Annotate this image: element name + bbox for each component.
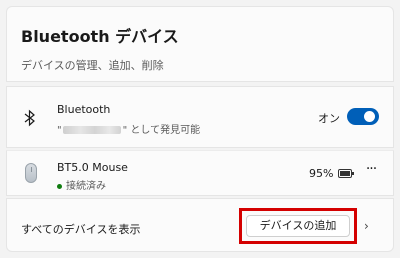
- page-subtitle: デバイスの管理、追加、削除: [21, 59, 164, 72]
- mouse-icon: [25, 163, 37, 183]
- bluetooth-toggle-row: Bluetooth " " として発見可能 オン: [6, 86, 394, 148]
- battery-fill: [340, 171, 350, 176]
- chevron-right-icon[interactable]: ›: [364, 219, 369, 233]
- bluetooth-devices-panel: Bluetooth デバイス デバイスの管理、追加、削除 Bluetooth "…: [0, 0, 400, 258]
- add-device-highlight: デバイスの追加: [239, 208, 357, 244]
- bluetooth-icon: [24, 109, 35, 127]
- bluetooth-toggle[interactable]: [347, 108, 379, 125]
- device-status: 接続済み: [57, 177, 106, 192]
- device-row-mouse[interactable]: BT5.0 Mouse 接続済み 95% ···: [6, 150, 394, 196]
- device-name: BT5.0 Mouse: [57, 161, 128, 174]
- bluetooth-header-card: Bluetooth デバイス デバイスの管理、追加、削除: [6, 6, 394, 82]
- battery-percent: 95%: [309, 167, 334, 180]
- connected-dot-icon: [57, 183, 62, 189]
- discoverable-prefix: ": [57, 125, 62, 136]
- redacted-device-name: [62, 126, 121, 134]
- page-title: Bluetooth デバイス: [21, 27, 179, 46]
- bluetooth-label: Bluetooth: [57, 103, 111, 116]
- show-all-devices-label: すべてのデバイスを表示: [21, 223, 141, 236]
- more-options-button[interactable]: ···: [361, 161, 381, 181]
- toggle-state-label: オン: [318, 112, 340, 125]
- discoverable-suffix: " として発見可能: [122, 125, 201, 136]
- show-all-devices-row[interactable]: すべてのデバイスを表示 デバイスの追加 ›: [6, 198, 394, 252]
- add-device-button[interactable]: デバイスの追加: [246, 215, 350, 237]
- toggle-knob: [364, 111, 375, 122]
- discoverable-text: " " として発見可能: [57, 121, 200, 136]
- device-status-label: 接続済み: [66, 181, 106, 192]
- battery-icon: [338, 169, 354, 178]
